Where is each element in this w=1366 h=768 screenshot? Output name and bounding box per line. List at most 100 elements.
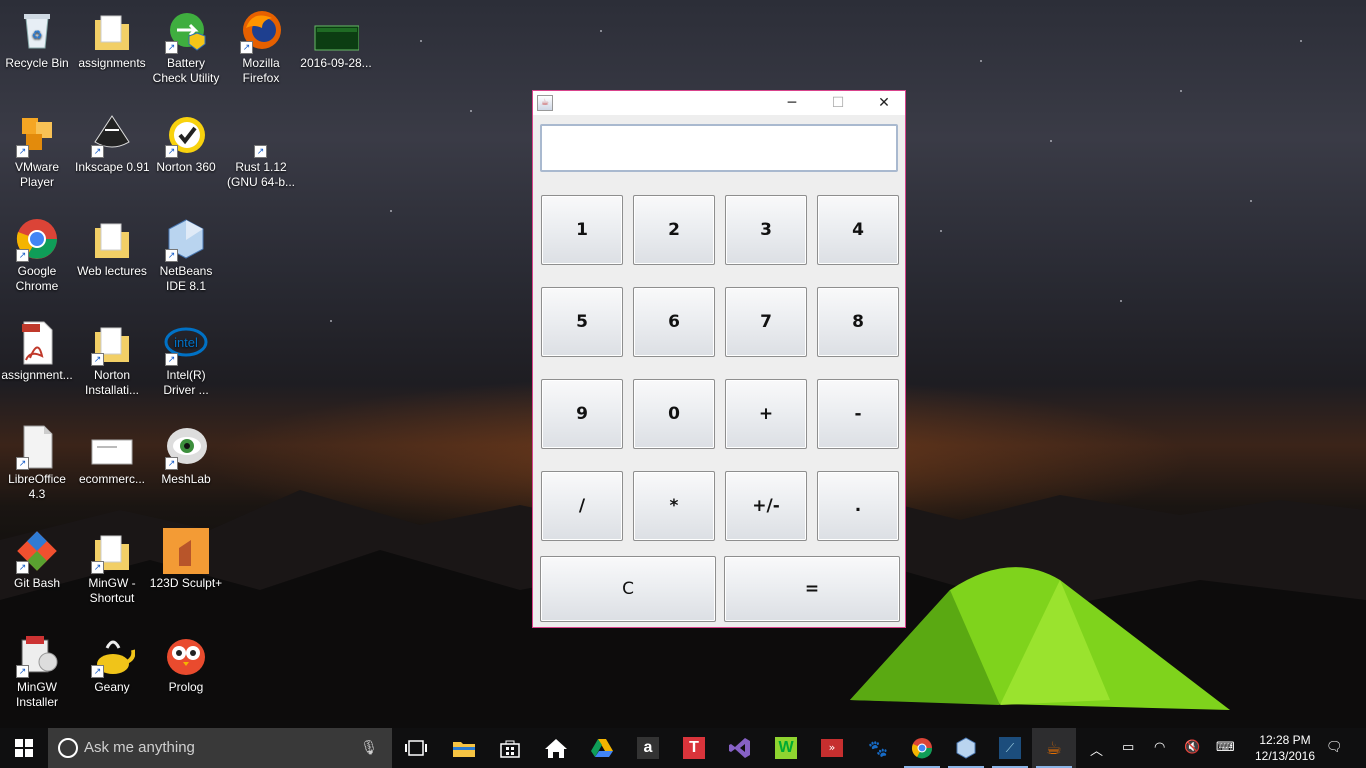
show-hidden-icons-chevron-icon[interactable]: ︿: [1090, 740, 1103, 759]
shortcut-arrow-icon: ↗: [254, 145, 267, 158]
shortcut-arrow-icon: ↗: [16, 457, 29, 470]
equals-button[interactable]: =: [724, 556, 900, 622]
desktop-icon-ecommerce[interactable]: ecommerc...: [75, 424, 149, 487]
key-9-button[interactable]: 9: [541, 379, 623, 449]
desktop-icon-vmware-player[interactable]: ↗ VMware Player: [0, 112, 74, 190]
taskbar-typora[interactable]: T: [672, 728, 716, 768]
desktop-icon-netbeans[interactable]: ↗ NetBeans IDE 8.1: [149, 216, 223, 294]
desktop-icon-prolog[interactable]: Prolog: [149, 632, 223, 695]
desktop-icon-mingw-shortcut[interactable]: ↗ MinGW - Shortcut: [75, 528, 149, 606]
calculator-display-field[interactable]: [540, 124, 898, 172]
window-titlebar[interactable]: ☕ ─ ☐ ✕: [533, 91, 905, 115]
add-button[interactable]: +: [725, 379, 807, 449]
clock-date: 12/13/2016: [1254, 749, 1316, 763]
battery-utility-icon: ↗: [163, 8, 209, 54]
taskbar-mysql-workbench[interactable]: ⟋: [988, 728, 1032, 768]
desktop-icon-label: 123D Sculpt+: [149, 576, 223, 590]
desktop-icon-label: Mozilla Firefox: [242, 56, 280, 85]
shortcut-arrow-icon: ↗: [91, 145, 104, 158]
key-4-button[interactable]: 4: [817, 195, 899, 265]
desktop-icon-rust[interactable]: ↗ Rust 1.12 (GNU 64-b...: [224, 112, 298, 190]
key-7-button[interactable]: 7: [725, 287, 807, 357]
clear-button[interactable]: C: [540, 556, 716, 622]
desktop-icon-norton-360[interactable]: ↗ Norton 360: [149, 112, 223, 175]
wifi-icon[interactable]: ◠: [1154, 740, 1165, 755]
desktop-icon-google-chrome[interactable]: ↗ Google Chrome: [0, 216, 74, 294]
key-2-button[interactable]: 2: [633, 195, 715, 265]
taskbar-java-app[interactable]: ☕: [1032, 728, 1076, 768]
desktop-icon-inkscape[interactable]: ↗ Inkscape 0.91: [75, 112, 149, 175]
shortcut-arrow-icon: ↗: [91, 561, 104, 574]
google-drive-icon: [591, 739, 613, 757]
decimal-button[interactable]: .: [817, 471, 899, 541]
desktop-icon-intel-driver[interactable]: intel ↗ Intel(R) Driver ...: [149, 320, 223, 398]
home-icon: [545, 739, 567, 758]
taskbar-run-app[interactable]: »: [810, 728, 854, 768]
negate-button[interactable]: +/-: [725, 471, 807, 541]
taskbar-amazon[interactable]: a: [626, 728, 670, 768]
shortcut-arrow-icon: ↗: [165, 249, 178, 262]
shortcut-arrow-icon: ↗: [16, 561, 29, 574]
desktop-icon-battery-check-utility[interactable]: ↗ Battery Check Utility: [149, 8, 223, 86]
taskbar-google-drive[interactable]: [580, 728, 624, 768]
desktop-icon-recycle-bin[interactable]: ♻ Recycle Bin: [0, 8, 74, 71]
multiply-button[interactable]: *: [633, 471, 715, 541]
maximize-button[interactable]: ☐: [815, 91, 861, 115]
taskbar-webstorm[interactable]: W: [764, 728, 808, 768]
desktop-icon-label: Norton 360: [156, 160, 216, 174]
desktop-icon-web-lectures[interactable]: Web lectures: [75, 216, 149, 279]
minimize-button[interactable]: ─: [769, 91, 815, 115]
desktop-icon-label: assignments: [78, 56, 146, 70]
shortcut-arrow-icon: ↗: [16, 665, 29, 678]
taskbar-file-explorer[interactable]: [442, 728, 486, 768]
key-5-button[interactable]: 5: [541, 287, 623, 357]
key-1-button[interactable]: 1: [541, 195, 623, 265]
taskbar-visual-studio[interactable]: [718, 728, 762, 768]
taskbar: Ask me anything 🎙 a T W » 🐾 ⟋ ☕ ︿ ▭ ◠ 🔇 …: [0, 728, 1366, 768]
desktop-icon-norton-installation[interactable]: ↗ Norton Installati...: [75, 320, 149, 398]
key-3-button[interactable]: 3: [725, 195, 807, 265]
battery-icon[interactable]: ▭: [1122, 740, 1134, 755]
close-button[interactable]: ✕: [861, 91, 907, 115]
taskbar-gimp[interactable]: 🐾: [856, 728, 900, 768]
desktop-icon-image-file[interactable]: 2016-09-28...: [299, 8, 373, 71]
subtract-button[interactable]: -: [817, 379, 899, 449]
desktop-icon-libreoffice[interactable]: ↗ LibreOffice 4.3: [0, 424, 74, 502]
gimp-icon: 🐾: [868, 738, 888, 758]
java-app-icon[interactable]: ☕: [537, 95, 553, 111]
cortana-search-box[interactable]: Ask me anything 🎙: [48, 728, 392, 768]
chrome-icon: ↗: [14, 216, 60, 262]
svg-text:intel: intel: [174, 335, 198, 350]
task-view-button[interactable]: [394, 728, 438, 768]
desktop-icon-geany[interactable]: ↗ Geany: [75, 632, 149, 695]
start-button[interactable]: [2, 728, 46, 768]
microphone-icon[interactable]: 🎙: [360, 739, 378, 756]
taskbar-store[interactable]: [488, 728, 532, 768]
netbeans-icon: ↗: [163, 216, 209, 262]
netbeans-icon: [956, 737, 976, 759]
norton-icon: ↗: [163, 112, 209, 158]
key-6-button[interactable]: 6: [633, 287, 715, 357]
desktop-icon-mozilla-firefox[interactable]: ↗ Mozilla Firefox: [224, 8, 298, 86]
git-icon: ↗: [14, 528, 60, 574]
keyboard-icon[interactable]: ⌨: [1216, 740, 1235, 755]
divide-button[interactable]: /: [541, 471, 623, 541]
key-8-button[interactable]: 8: [817, 287, 899, 357]
svg-text:♻: ♻: [32, 28, 43, 42]
webstorm-icon: W: [775, 737, 797, 759]
desktop-icon-meshlab[interactable]: ↗ MeshLab: [149, 424, 223, 487]
desktop-icon-mingw-installer[interactable]: ↗ MinGW Installer: [0, 632, 74, 710]
volume-muted-icon[interactable]: 🔇: [1184, 740, 1200, 755]
desktop-icon-123d-sculpt[interactable]: 123D Sculpt+: [149, 528, 223, 591]
key-0-button[interactable]: 0: [633, 379, 715, 449]
taskbar-netbeans[interactable]: [944, 728, 988, 768]
taskbar-chrome[interactable]: [900, 728, 944, 768]
action-center-icon[interactable]: 🗨: [1326, 740, 1343, 755]
taskbar-home[interactable]: [534, 728, 578, 768]
desktop-icon-git-bash[interactable]: ↗ Git Bash: [0, 528, 74, 591]
desktop-icon-assignments[interactable]: assignments: [75, 8, 149, 71]
desktop-icon-label: Git Bash: [13, 576, 61, 590]
taskbar-clock[interactable]: 12:28 PM 12/13/2016: [1250, 732, 1320, 764]
desktop-icon-label: assignment...: [1, 368, 73, 382]
desktop-icon-assignment-pdf[interactable]: assignment...: [0, 320, 74, 383]
